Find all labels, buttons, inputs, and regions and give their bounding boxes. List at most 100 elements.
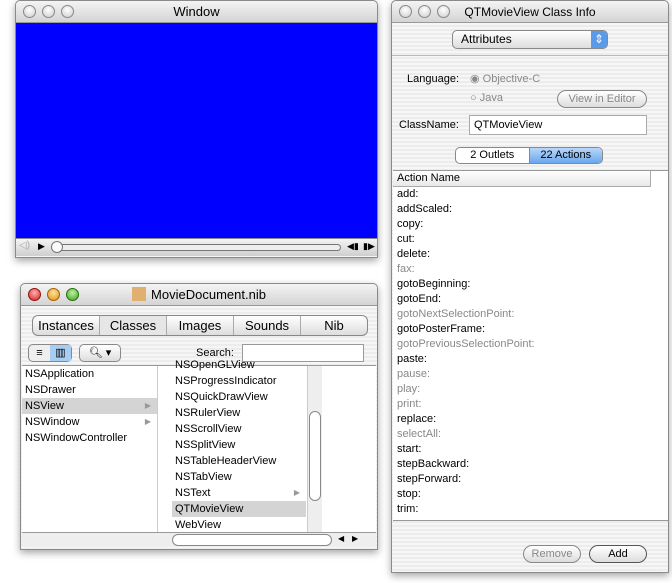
action-row[interactable]: play: bbox=[393, 382, 668, 397]
playhead-thumb[interactable] bbox=[51, 241, 63, 253]
minimize-button[interactable] bbox=[42, 5, 55, 18]
list-item[interactable]: NSScrollView bbox=[172, 421, 306, 437]
scroll-left-arrow[interactable]: ◀ bbox=[338, 534, 344, 543]
list-item[interactable]: NSWindowController bbox=[22, 430, 157, 446]
list-item[interactable]: NSWindow ▶ bbox=[22, 414, 157, 430]
minimize-button[interactable] bbox=[418, 5, 431, 18]
tab-images[interactable]: Images bbox=[166, 316, 233, 335]
list-item[interactable]: NSTabView bbox=[172, 469, 306, 485]
radio-objective-c[interactable]: ◉ Objective-C bbox=[470, 72, 540, 85]
tab-instances[interactable]: Instances bbox=[33, 316, 99, 335]
scroll-thumb[interactable] bbox=[309, 411, 321, 501]
action-row[interactable]: stepForward: bbox=[393, 472, 668, 487]
zoom-button[interactable] bbox=[437, 5, 450, 18]
action-row[interactable]: gotoPreviousSelectionPoint: bbox=[393, 337, 668, 352]
list-item[interactable]: NSApplication bbox=[22, 366, 157, 382]
action-row[interactable]: delete: bbox=[393, 247, 668, 262]
divider bbox=[392, 55, 668, 56]
close-button[interactable] bbox=[23, 5, 36, 18]
search-options-button[interactable]: 🔍︎ ▾ bbox=[79, 344, 121, 362]
browser-column-1[interactable]: NSApplication NSDrawer NSView ▶ NSWindow ▶ NSW… bbox=[22, 366, 158, 533]
list-view-toggle[interactable]: ≡ ▥ bbox=[28, 344, 72, 362]
action-row[interactable]: print: bbox=[393, 397, 668, 412]
action-row[interactable]: gotoNextSelectionPoint: bbox=[393, 307, 668, 322]
remove-button[interactable]: Remove bbox=[523, 545, 581, 563]
classname-field[interactable] bbox=[469, 115, 647, 135]
actions-list[interactable]: add: addScaled: copy: cut: delete: fax: gotoBe… bbox=[393, 187, 668, 517]
minimize-button[interactable] bbox=[47, 288, 60, 301]
add-button[interactable]: Add bbox=[589, 545, 647, 563]
action-row[interactable]: addScaled: bbox=[393, 202, 668, 217]
action-row[interactable]: copy: bbox=[393, 217, 668, 232]
tab-outlets[interactable]: 2 Outlets bbox=[456, 148, 530, 163]
list-item[interactable]: WebView bbox=[172, 517, 306, 533]
item-label: NSOpenGLView bbox=[175, 359, 255, 371]
list-item[interactable]: NSRulerView bbox=[172, 405, 306, 421]
view-in-editor-button[interactable]: View in Editor bbox=[557, 90, 647, 108]
zoom-button[interactable] bbox=[61, 5, 74, 18]
list-item[interactable]: NSText ▶ bbox=[172, 485, 306, 501]
tab-actions[interactable]: 22 Actions bbox=[529, 148, 602, 163]
item-label: NSProgressIndicator bbox=[175, 375, 277, 387]
close-button[interactable] bbox=[28, 288, 41, 301]
time-slider[interactable] bbox=[51, 244, 341, 251]
scroll-right-arrow[interactable]: ▶ bbox=[352, 534, 358, 543]
item-label: NSSplitView bbox=[175, 439, 236, 451]
list-item[interactable]: QTMovieView bbox=[172, 501, 306, 517]
movie-view[interactable] bbox=[16, 23, 377, 238]
volume-icon[interactable]: ◁) bbox=[19, 240, 30, 251]
action-row[interactable]: pause: bbox=[393, 367, 668, 382]
action-row[interactable]: start: bbox=[393, 442, 668, 457]
action-row[interactable]: gotoPosterFrame: bbox=[393, 322, 668, 337]
item-label: NSWindow bbox=[25, 416, 80, 428]
browser-view-icon[interactable]: ▥ bbox=[50, 345, 71, 361]
list-item[interactable]: NSView ▶ bbox=[22, 398, 157, 414]
action-row[interactable]: gotoBeginning: bbox=[393, 277, 668, 292]
action-row[interactable]: replace: bbox=[393, 412, 668, 427]
list-item[interactable]: NSSplitView bbox=[172, 437, 306, 453]
action-row[interactable]: stepBackward: bbox=[393, 457, 668, 472]
play-button[interactable]: ▶ bbox=[38, 241, 45, 252]
action-row[interactable]: add: bbox=[393, 187, 668, 202]
list-item[interactable]: NSTableHeaderView bbox=[172, 453, 306, 469]
action-row[interactable]: paste: bbox=[393, 352, 668, 367]
browser-column-2[interactable]: NSOpenGLView NSProgressIndicator NSQuickDr… bbox=[172, 357, 306, 533]
step-forward-button[interactable]: ▮▶ bbox=[363, 241, 375, 252]
action-row[interactable]: gotoEnd: bbox=[393, 292, 668, 307]
list-item[interactable]: NSQuickDrawView bbox=[172, 389, 306, 405]
list-item[interactable]: NSProgressIndicator bbox=[172, 373, 306, 389]
outline-view-icon[interactable]: ≡ bbox=[29, 345, 50, 361]
tab-classes[interactable]: Classes bbox=[99, 316, 166, 335]
step-back-button[interactable]: ◀▮ bbox=[347, 241, 359, 252]
nib-icon bbox=[132, 287, 147, 301]
actions-table: Action Name add: addScaled: copy: cut: delet… bbox=[393, 170, 668, 521]
window-title: QTMovieView Class Info bbox=[464, 5, 596, 19]
item-label: WebView bbox=[175, 519, 222, 531]
tab-nib[interactable]: Nib bbox=[300, 316, 367, 335]
list-item[interactable]: NSDrawer bbox=[22, 382, 157, 398]
movie-controller: ◁) ▶ ◀▮ ▮▶ bbox=[16, 238, 377, 256]
close-button[interactable] bbox=[399, 5, 412, 18]
item-label: NSDrawer bbox=[25, 384, 76, 396]
list-item[interactable]: NSOpenGLView bbox=[172, 357, 306, 373]
nib-window: MovieDocument.nib Instances Classes Images… bbox=[20, 283, 378, 550]
inspector-popup[interactable]: Attributes ⇕ bbox=[452, 30, 608, 49]
action-row[interactable]: fax: bbox=[393, 262, 668, 277]
action-row[interactable]: cut: bbox=[393, 232, 668, 247]
zoom-button[interactable] bbox=[66, 288, 79, 301]
radio-label: Objective-C bbox=[482, 73, 541, 85]
radio-icon: ○ bbox=[470, 92, 477, 104]
magnifier-icon: 🔍︎ bbox=[88, 347, 103, 359]
horizontal-scrollbar[interactable]: ◀ ▶ bbox=[22, 532, 376, 547]
window-title: Window bbox=[173, 4, 220, 19]
action-row[interactable]: stop: bbox=[393, 487, 668, 502]
title-bar: MovieDocument.nib bbox=[21, 284, 377, 306]
action-row[interactable]: selectAll: bbox=[393, 427, 668, 442]
scroll-thumb[interactable] bbox=[172, 534, 332, 546]
vertical-scrollbar[interactable] bbox=[307, 366, 322, 533]
tab-sounds[interactable]: Sounds bbox=[233, 316, 300, 335]
action-row[interactable]: trim: bbox=[393, 502, 668, 517]
radio-java[interactable]: ○ Java bbox=[470, 92, 503, 104]
radio-icon: ◉ bbox=[470, 73, 480, 85]
column-header[interactable]: Action Name bbox=[393, 171, 651, 187]
